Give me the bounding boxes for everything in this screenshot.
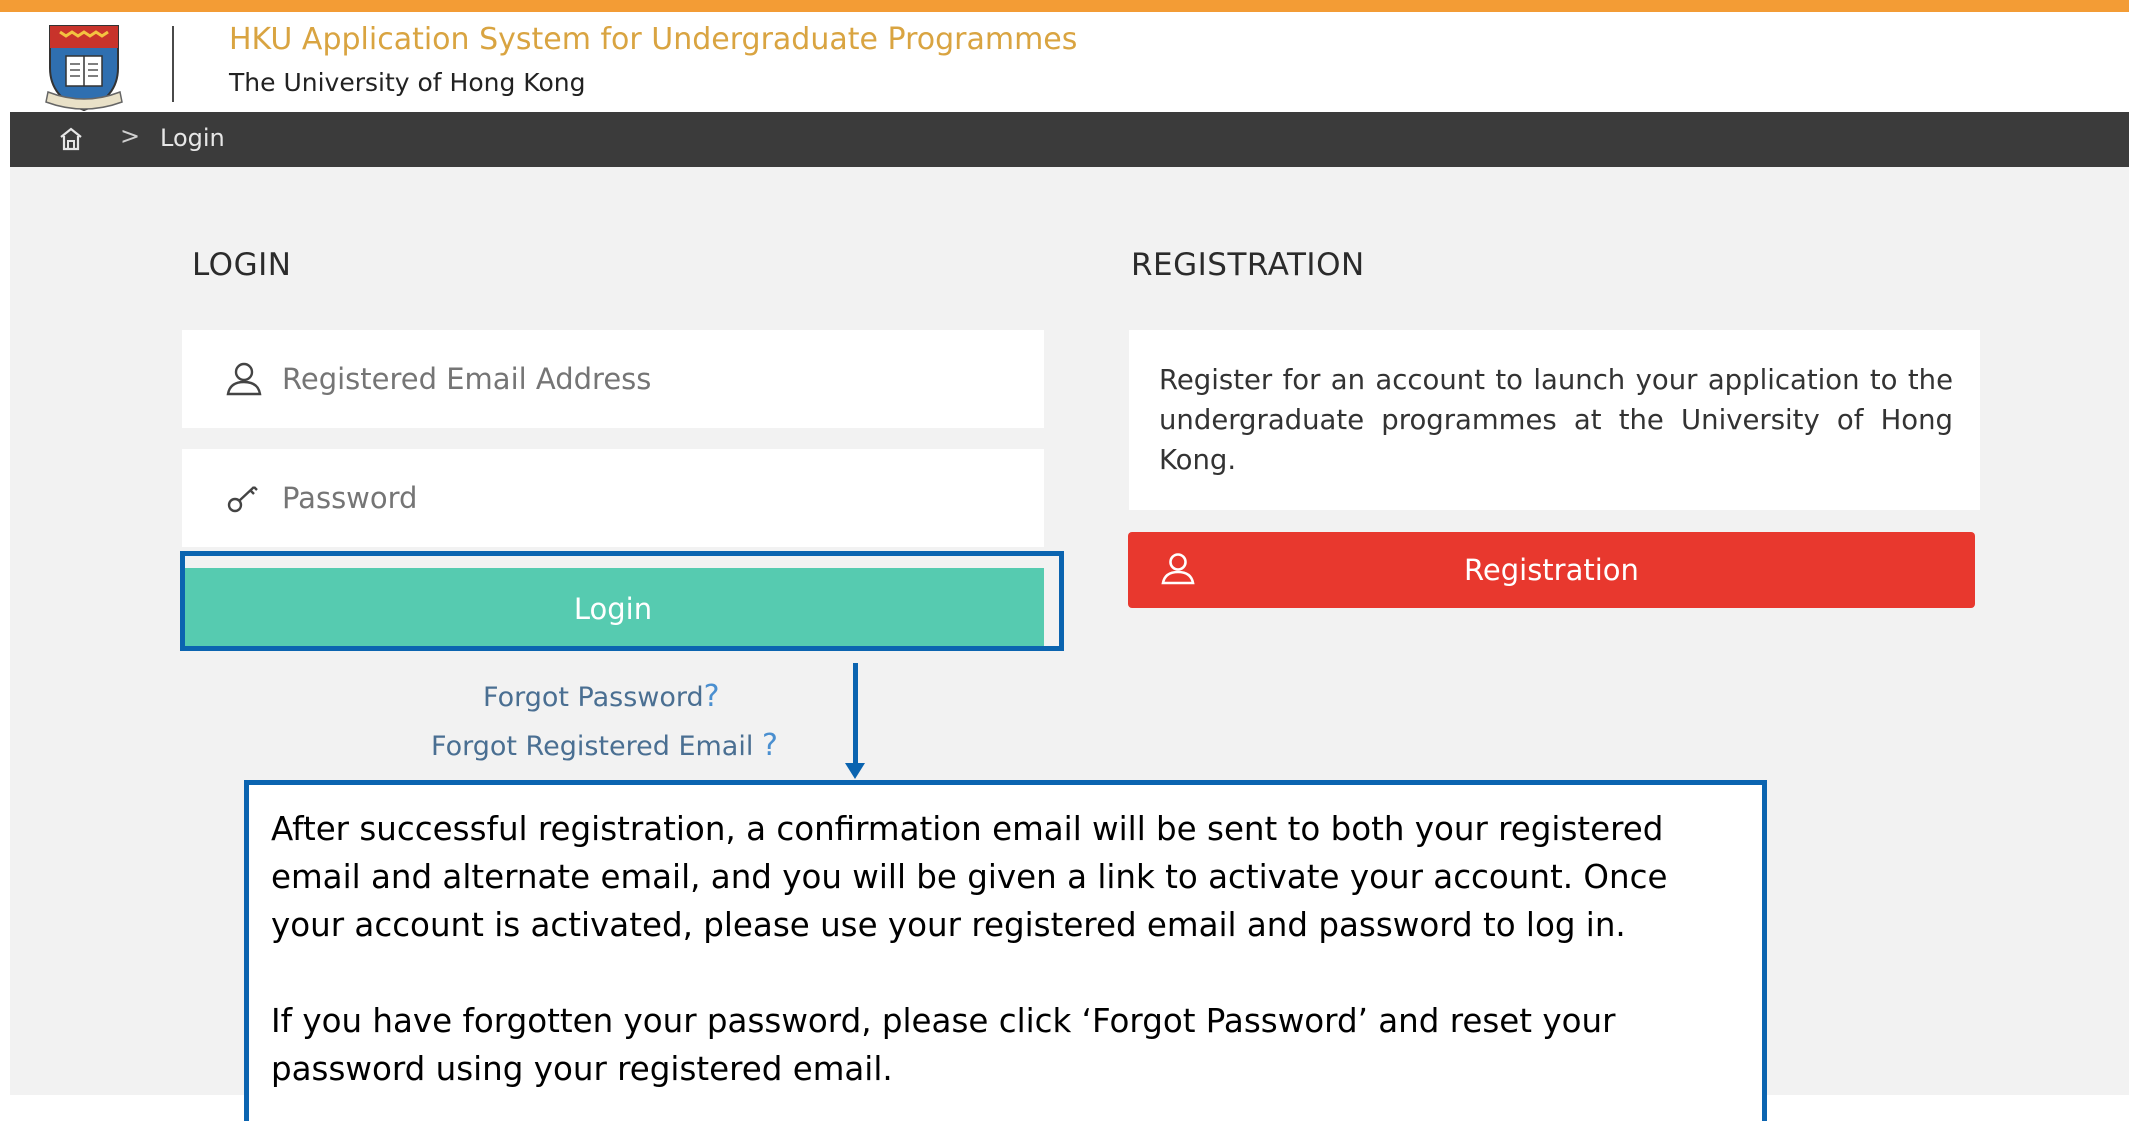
- login-heading: LOGIN: [192, 247, 292, 283]
- arrow-down-icon: [845, 763, 865, 779]
- email-field-container: [182, 330, 1044, 428]
- university-name: The University of Hong Kong: [229, 68, 586, 97]
- registration-description: Register for an account to launch your a…: [1159, 364, 1953, 476]
- annotation-connector: [853, 663, 858, 763]
- breadcrumb-separator: >: [120, 122, 141, 150]
- forgot-password-label: Forgot Password: [483, 682, 704, 713]
- university-crest-icon: [45, 25, 123, 112]
- header-accent-bar: [0, 0, 2129, 12]
- password-input[interactable]: [280, 475, 1004, 521]
- question-mark-icon: ?: [761, 728, 778, 763]
- breadcrumb-current: Login: [160, 124, 225, 152]
- registration-heading: REGISTRATION: [1131, 247, 1365, 283]
- login-button[interactable]: Login: [182, 568, 1044, 650]
- callout-forgot-password-note: If you have forgotten your password, ple…: [271, 1002, 1616, 1088]
- registration-info-card: Register for an account to launch your a…: [1129, 330, 1980, 510]
- forgot-password-link[interactable]: Forgot Password?: [483, 679, 720, 714]
- annotation-callout: After successful registration, a confirm…: [244, 780, 1767, 1121]
- user-icon: [1161, 553, 1195, 585]
- key-icon: [227, 486, 258, 513]
- question-mark-icon: ?: [703, 679, 720, 714]
- header-divider: [172, 26, 174, 102]
- user-icon: [226, 362, 262, 396]
- forgot-email-label: Forgot Registered Email: [431, 731, 754, 762]
- callout-registration-note: After successful registration, a confirm…: [271, 810, 1668, 944]
- home-icon[interactable]: [58, 126, 84, 152]
- breadcrumb: > Login: [10, 112, 2129, 167]
- site-header: HKU Application System for Undergraduate…: [0, 12, 2129, 112]
- email-input[interactable]: [280, 356, 1004, 402]
- app-title: HKU Application System for Undergraduate…: [229, 22, 1078, 57]
- forgot-email-link[interactable]: Forgot Registered Email ?: [431, 728, 778, 763]
- registration-button-label: Registration: [1464, 553, 1639, 587]
- registration-button[interactable]: Registration: [1128, 532, 1975, 608]
- password-field-container: [182, 449, 1044, 547]
